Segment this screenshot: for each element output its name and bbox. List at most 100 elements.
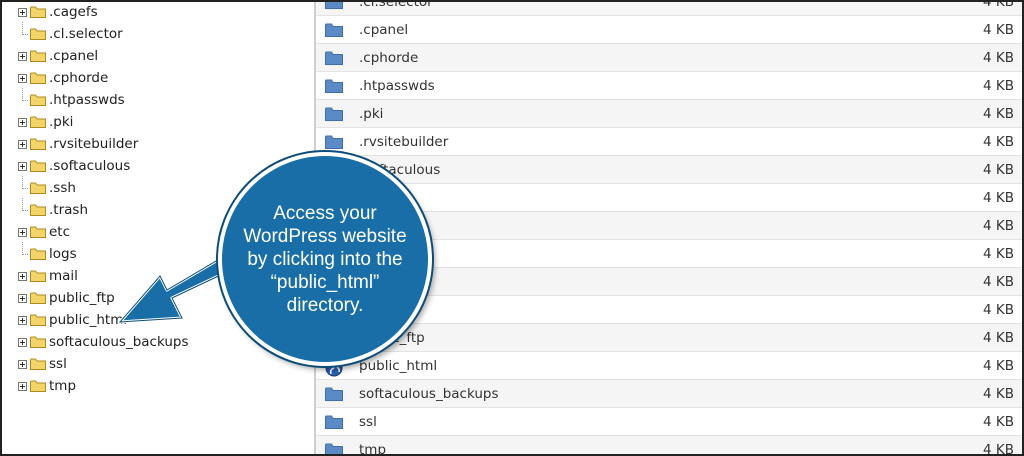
folder-icon: [325, 387, 343, 401]
file-name: tmp: [359, 441, 387, 456]
file-row[interactable]: softaculous_backups 4 KB: [316, 380, 1022, 408]
expand-icon[interactable]: [18, 381, 27, 391]
tree-item-label: .htpasswds: [49, 92, 125, 108]
tree-item[interactable]: tmp: [18, 375, 76, 397]
folder-icon: [30, 160, 46, 172]
folder-icon: [325, 331, 343, 345]
file-row[interactable]: 4 KB: [316, 240, 1022, 268]
expand-icon[interactable]: [18, 337, 27, 347]
folder-icon: [30, 6, 46, 18]
tree-item[interactable]: .cl.selector: [18, 21, 123, 45]
file-row[interactable]: 4 KB: [316, 212, 1022, 240]
file-list: .cl.selector 4 KB .cpanel 4 KB .cphorde 4 KB.…: [316, 0, 1022, 456]
file-size: 4 KB: [983, 105, 1014, 122]
file-name: public_ftp: [359, 329, 425, 346]
folder-icon: [30, 72, 46, 84]
folder-icon: [325, 219, 343, 233]
tree-item[interactable]: .cpanel: [18, 45, 98, 67]
file-row[interactable]: .htpasswds 4 KB: [316, 72, 1022, 100]
tree-connector: [18, 21, 28, 39]
file-size: 4 KB: [983, 49, 1014, 66]
folder-icon: [325, 51, 343, 65]
folder-icon: [30, 292, 46, 304]
tree-item-label: mail: [49, 268, 78, 284]
file-row[interactable]: .cl.selector 4 KB: [316, 0, 1022, 16]
expand-icon[interactable]: [18, 51, 27, 61]
folder-icon: [30, 270, 46, 282]
file-row[interactable]: .rvsitebuilder 4 KB: [316, 128, 1022, 156]
tree-item[interactable]: public_html: [18, 309, 127, 331]
expand-icon[interactable]: [18, 139, 27, 149]
folder-icon: [30, 116, 46, 128]
expand-icon[interactable]: [18, 73, 27, 83]
tree-connector: [18, 175, 28, 193]
file-size: 4 KB: [983, 0, 1014, 10]
file-row[interactable]: public_html 4 KB: [316, 352, 1022, 380]
file-row[interactable]: .cpanel 4 KB: [316, 16, 1022, 44]
expand-icon[interactable]: [18, 271, 27, 281]
file-row[interactable]: .pki 4 KB: [316, 100, 1022, 128]
file-name: ssl: [359, 413, 377, 430]
tree-item[interactable]: .trash: [18, 197, 88, 221]
tree-item[interactable]: .softaculous: [18, 155, 130, 177]
folder-icon: [325, 443, 343, 454]
tree-item[interactable]: logs: [18, 241, 77, 265]
tree-item-label: etc: [49, 224, 71, 240]
expand-icon[interactable]: [18, 315, 27, 325]
file-row[interactable]: public_ftp 4 KB: [316, 324, 1022, 352]
file-size: 4 KB: [983, 77, 1014, 94]
folder-icon: [325, 191, 343, 205]
file-row[interactable]: 4 KB: [316, 184, 1022, 212]
file-name: .softaculous: [359, 161, 441, 178]
folder-icon: [30, 204, 46, 216]
file-row[interactable]: 4 KB: [316, 296, 1022, 324]
expand-icon[interactable]: [18, 293, 27, 303]
folder-icon: [325, 107, 343, 121]
tree-item-label: ssl: [49, 356, 67, 372]
tree-item[interactable]: etc: [18, 221, 70, 243]
folder-icon: [325, 303, 343, 317]
file-size: 4 KB: [983, 273, 1014, 290]
tree-item[interactable]: .cphorde: [18, 67, 108, 89]
expand-icon[interactable]: [18, 227, 27, 237]
file-manager-window: .cagefs .cl.selector .cpanel .cphorde .htpas…: [0, 0, 1024, 456]
tree-item-label: logs: [49, 246, 77, 262]
tree-item[interactable]: .ssh: [18, 175, 76, 199]
file-size: 4 KB: [983, 385, 1014, 402]
tree-item[interactable]: mail: [18, 265, 78, 287]
tree-item[interactable]: softaculous_backups: [18, 331, 189, 353]
tree-item-label: softaculous_backups: [49, 334, 189, 350]
folder-icon: [30, 336, 46, 348]
tree-item[interactable]: .cagefs: [18, 2, 98, 23]
expand-icon[interactable]: [18, 161, 27, 171]
tree-item[interactable]: .htpasswds: [18, 87, 125, 111]
file-size: 4 KB: [983, 189, 1014, 206]
expand-icon[interactable]: [18, 117, 27, 127]
folder-icon: [30, 226, 46, 238]
file-size: 4 KB: [983, 301, 1014, 318]
tree-item-label: .softaculous: [49, 158, 131, 174]
expand-icon[interactable]: [18, 7, 27, 17]
folder-icon: [30, 358, 46, 370]
folder-icon: [30, 380, 46, 392]
file-name: public_html: [359, 357, 438, 374]
folder-icon: [30, 314, 46, 326]
folder-icon: [325, 23, 343, 37]
tree-item-label: .cl.selector: [49, 26, 123, 42]
file-row[interactable]: tmp 4 KB: [316, 436, 1022, 456]
file-size: 4 KB: [983, 245, 1014, 262]
tree-item[interactable]: ssl: [18, 353, 67, 375]
file-size: 4 KB: [983, 441, 1014, 456]
directory-tree: .cagefs .cl.selector .cpanel .cphorde .htpas…: [2, 2, 314, 454]
file-row[interactable]: 4 KB: [316, 268, 1022, 296]
expand-icon[interactable]: [18, 359, 27, 369]
file-row[interactable]: .softaculous 4 KB: [316, 156, 1022, 184]
file-row[interactable]: .cphorde 4 KB: [316, 44, 1022, 72]
tree-item[interactable]: public_ftp: [18, 287, 115, 309]
tree-item[interactable]: .rvsitebuilder: [18, 133, 138, 155]
file-row[interactable]: ssl 4 KB: [316, 408, 1022, 436]
tree-item-label: .cpanel: [49, 48, 99, 64]
tree-item-label: .rvsitebuilder: [49, 136, 139, 152]
tree-item-label: .cphorde: [49, 70, 109, 86]
tree-item[interactable]: .pki: [18, 111, 73, 133]
